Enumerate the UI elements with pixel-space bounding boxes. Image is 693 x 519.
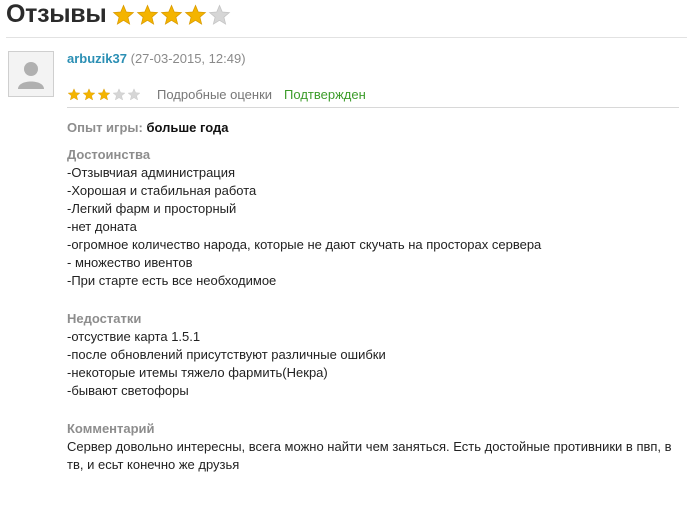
review-meta: arbuzik37 (27-03-2015, 12:49) [67, 50, 681, 68]
detailed-ratings-link[interactable]: Подробные оценки [157, 87, 272, 102]
header-divider [6, 37, 687, 38]
pros-title: Достоинства [67, 147, 151, 162]
cons-line: -отсуствие карта 1.5.1 [67, 329, 201, 344]
review-card: arbuzik37 (27-03-2015, 12:49) Подробные … [67, 50, 681, 472]
star-empty-icon [112, 87, 126, 100]
overall-rating [112, 3, 232, 26]
pros-line: -При старте есть все необходимое [67, 273, 277, 288]
star-empty-icon [209, 3, 231, 25]
pros-line: -Отзывчиая администрация [67, 165, 236, 180]
cons-section: Недостатки -отсуствие карта 1.5.1 -после… [67, 310, 672, 400]
review-date: (27-03-2015, 12:49) [130, 51, 246, 66]
pros-line: -Хорошая и стабильная работа [67, 183, 257, 198]
page-title: Отзывы [6, 0, 107, 28]
pros-line: - множество ивентов [67, 255, 193, 270]
pros-line: -Легкий фарм и просторный [67, 201, 237, 216]
experience-value: больше года [146, 120, 229, 135]
experience-label: Опыт игры: [67, 120, 143, 135]
comment-section: Комментарий Сервер довольно интересны, в… [67, 420, 672, 474]
pros-line: -нет доната [67, 219, 137, 234]
cons-title: Недостатки [67, 311, 142, 326]
star-filled-icon [67, 87, 81, 100]
author-link[interactable]: arbuzik37 [67, 51, 127, 66]
avatar [8, 51, 54, 97]
star-empty-icon [127, 87, 141, 100]
pros-section: Достоинства -Отзывчиая администрация -Хо… [67, 146, 672, 290]
star-filled-icon [185, 3, 207, 25]
comment-title: Комментарий [67, 421, 155, 436]
pros-line: -огромное количество народа, которые не … [67, 237, 542, 252]
star-filled-icon [161, 3, 183, 25]
rating-row: Подробные оценки Подтвержден [67, 85, 366, 103]
cons-line: -после обновлений присутствуют различные… [67, 347, 386, 362]
comment-line: Сервер довольно интересны, всега можно н… [67, 439, 672, 454]
star-filled-icon [113, 3, 135, 25]
cons-line: -некоторые итемы тяжело фармить(Некра) [67, 365, 328, 380]
verified-badge: Подтвержден [284, 86, 366, 102]
user-silhouette-icon [18, 62, 44, 89]
review-body: Опыт игры: больше года Достоинства -Отзы… [67, 119, 672, 474]
cons-line: -бывают светофоры [67, 383, 189, 398]
star-filled-icon [137, 3, 159, 25]
comment-line: тв, и есьт конечно же друзья [67, 457, 240, 472]
review-rating [67, 87, 142, 101]
star-filled-icon [97, 87, 111, 100]
experience-line: Опыт игры: больше года [67, 119, 672, 137]
review-divider [67, 107, 679, 108]
star-filled-icon [82, 87, 96, 100]
reviews-header: Отзывы [6, 0, 232, 28]
